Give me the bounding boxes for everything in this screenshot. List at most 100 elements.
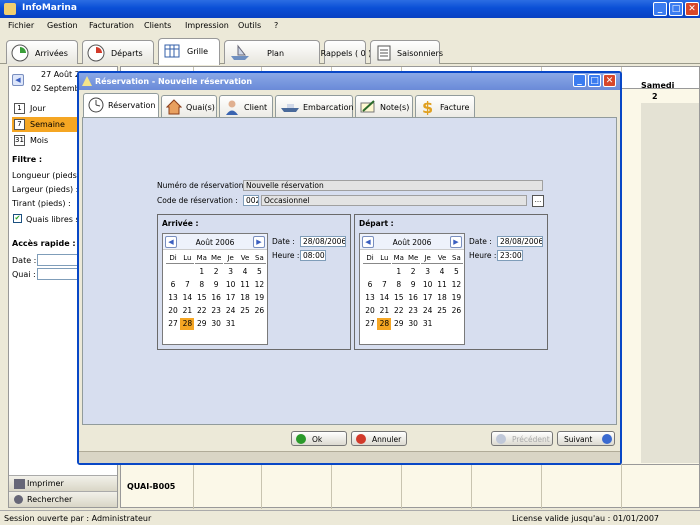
calendar-day[interactable]: 6 <box>363 279 377 291</box>
calendar-day[interactable]: 17 <box>421 292 435 304</box>
calendar-day[interactable]: 13 <box>166 292 180 304</box>
tab-notes[interactable]: Note(s) <box>355 95 413 117</box>
calendar-day[interactable]: 1 <box>195 266 209 278</box>
search-button[interactable]: Rechercher <box>9 491 117 507</box>
calendar-day[interactable]: 14 <box>180 292 194 304</box>
calendar-day[interactable]: 24 <box>421 305 435 317</box>
tab-facture[interactable]: $ Facture <box>415 95 475 117</box>
calendar-day[interactable]: 23 <box>209 305 223 317</box>
calendar-day[interactable]: 7 <box>377 279 391 291</box>
calendar-day[interactable]: 27 <box>166 318 180 330</box>
calendar-day[interactable]: 9 <box>209 279 223 291</box>
calendar-day[interactable]: 19 <box>449 292 463 304</box>
calendar-day[interactable]: 7 <box>180 279 194 291</box>
dialog-close-button[interactable]: ✕ <box>603 74 616 87</box>
calendar-day[interactable]: 12 <box>252 279 266 291</box>
calendar-day[interactable]: 20 <box>363 305 377 317</box>
calendar-day[interactable]: 27 <box>363 318 377 330</box>
calendar-day[interactable]: 2 <box>406 266 420 278</box>
tab-rappels[interactable]: Rappels ( 0 ) <box>321 40 371 64</box>
calendar-day[interactable]: 3 <box>224 266 238 278</box>
maximize-button[interactable]: □ <box>669 2 683 16</box>
calendar-day[interactable]: 22 <box>392 305 406 317</box>
free-berths-checkbox[interactable]: ✔ <box>13 214 22 223</box>
calendar-day[interactable]: 1 <box>392 266 406 278</box>
arrival-date-input[interactable]: 28/08/2006 <box>300 236 346 247</box>
cancel-button[interactable]: Annuler <box>351 431 407 446</box>
menu-clients[interactable]: Clients <box>144 21 171 30</box>
calendar-day[interactable]: 26 <box>449 305 463 317</box>
arrival-time-input[interactable]: 08:00 <box>300 250 326 261</box>
calendar-day[interactable]: 4 <box>435 266 449 278</box>
calendar-day[interactable]: 26 <box>252 305 266 317</box>
calendar-day[interactable]: 21 <box>180 305 194 317</box>
res-code-lookup-button[interactable]: ... <box>532 195 544 207</box>
tab-arrivees[interactable]: Arrivées <box>6 40 78 64</box>
calendar-day[interactable]: 22 <box>195 305 209 317</box>
minimize-button[interactable]: _ <box>653 2 667 16</box>
tab-embarcation[interactable]: Embarcation <box>275 95 354 117</box>
close-button[interactable]: ✕ <box>685 2 699 16</box>
departure-date-input[interactable]: 28/08/2006 <box>497 236 543 247</box>
tab-quais[interactable]: Quai(s) <box>161 95 217 117</box>
calendar-day[interactable]: 24 <box>224 305 238 317</box>
calendar-day[interactable]: 16 <box>209 292 223 304</box>
calendar-day[interactable]: 6 <box>166 279 180 291</box>
next-month-button[interactable]: ▶ <box>450 236 462 248</box>
menu-outils[interactable]: Outils <box>238 21 261 30</box>
calendar-day[interactable]: 23 <box>406 305 420 317</box>
next-button[interactable]: Suivant <box>557 431 615 446</box>
calendar-day[interactable]: 21 <box>377 305 391 317</box>
menu-impression[interactable]: Impression <box>185 21 229 30</box>
calendar-day[interactable]: 10 <box>421 279 435 291</box>
arrival-calendar[interactable]: ◀ Août 2006 ▶ Di Lu Ma Me Je Ve Sa 1 2 3 4 5 6 7 8 9 10 1… <box>162 233 268 345</box>
calendar-day[interactable]: 17 <box>224 292 238 304</box>
calendar-day[interactable]: 9 <box>406 279 420 291</box>
departure-time-input[interactable]: 23:00 <box>497 250 523 261</box>
dialog-minimize-button[interactable]: _ <box>573 74 586 87</box>
tab-client[interactable]: Client <box>219 95 273 117</box>
tab-saisonniers[interactable]: Saisonniers <box>370 40 443 64</box>
calendar-day[interactable]: 8 <box>195 279 209 291</box>
calendar-day[interactable]: 18 <box>238 292 252 304</box>
calendar-day[interactable]: 5 <box>252 266 266 278</box>
calendar-day[interactable]: 18 <box>435 292 449 304</box>
calendar-day[interactable]: 15 <box>195 292 209 304</box>
berth-label[interactable]: QUAI-B005 <box>127 482 175 491</box>
calendar-day[interactable]: 15 <box>392 292 406 304</box>
calendar-day[interactable]: 25 <box>238 305 252 317</box>
calendar-day[interactable]: 14 <box>377 292 391 304</box>
calendar-day[interactable]: 8 <box>392 279 406 291</box>
calendar-day[interactable]: 2 <box>209 266 223 278</box>
calendar-day[interactable]: 29 <box>195 318 209 330</box>
ok-button[interactable]: Ok <box>291 431 347 446</box>
calendar-day[interactable]: 11 <box>238 279 252 291</box>
calendar-day[interactable]: 28 <box>180 318 195 330</box>
calendar-day[interactable]: 29 <box>392 318 406 330</box>
calendar-day[interactable]: 5 <box>449 266 463 278</box>
tab-plan[interactable]: Plan <box>224 40 320 64</box>
calendar-day[interactable]: 28 <box>377 318 392 330</box>
calendar-day[interactable]: 13 <box>363 292 377 304</box>
menu-gestion[interactable]: Gestion <box>47 21 78 30</box>
calendar-day[interactable]: 4 <box>238 266 252 278</box>
tab-grille[interactable]: Grille <box>158 38 220 65</box>
tab-departs[interactable]: Départs <box>82 40 154 64</box>
menu-fichier[interactable]: Fichier <box>8 21 34 30</box>
calendar-day[interactable]: 10 <box>224 279 238 291</box>
calendar-day[interactable]: 19 <box>252 292 266 304</box>
menu-facturation[interactable]: Facturation <box>89 21 134 30</box>
departure-calendar[interactable]: ◀ Août 2006 ▶ Di Lu Ma Me Je Ve Sa 1 2 3 4 5 6 7 8 9 10 1… <box>359 233 465 345</box>
calendar-day[interactable]: 25 <box>435 305 449 317</box>
tab-reservation[interactable]: Réservation <box>83 93 159 118</box>
calendar-day[interactable]: 20 <box>166 305 180 317</box>
calendar-day[interactable]: 31 <box>224 318 238 330</box>
calendar-day[interactable]: 12 <box>449 279 463 291</box>
calendar-day[interactable]: 3 <box>421 266 435 278</box>
res-code-field[interactable]: 002 <box>243 195 259 206</box>
calendar-day[interactable]: 11 <box>435 279 449 291</box>
dialog-maximize-button[interactable]: □ <box>588 74 601 87</box>
next-month-button[interactable]: ▶ <box>253 236 265 248</box>
print-button[interactable]: Imprimer <box>9 475 117 491</box>
calendar-day[interactable]: 30 <box>209 318 223 330</box>
